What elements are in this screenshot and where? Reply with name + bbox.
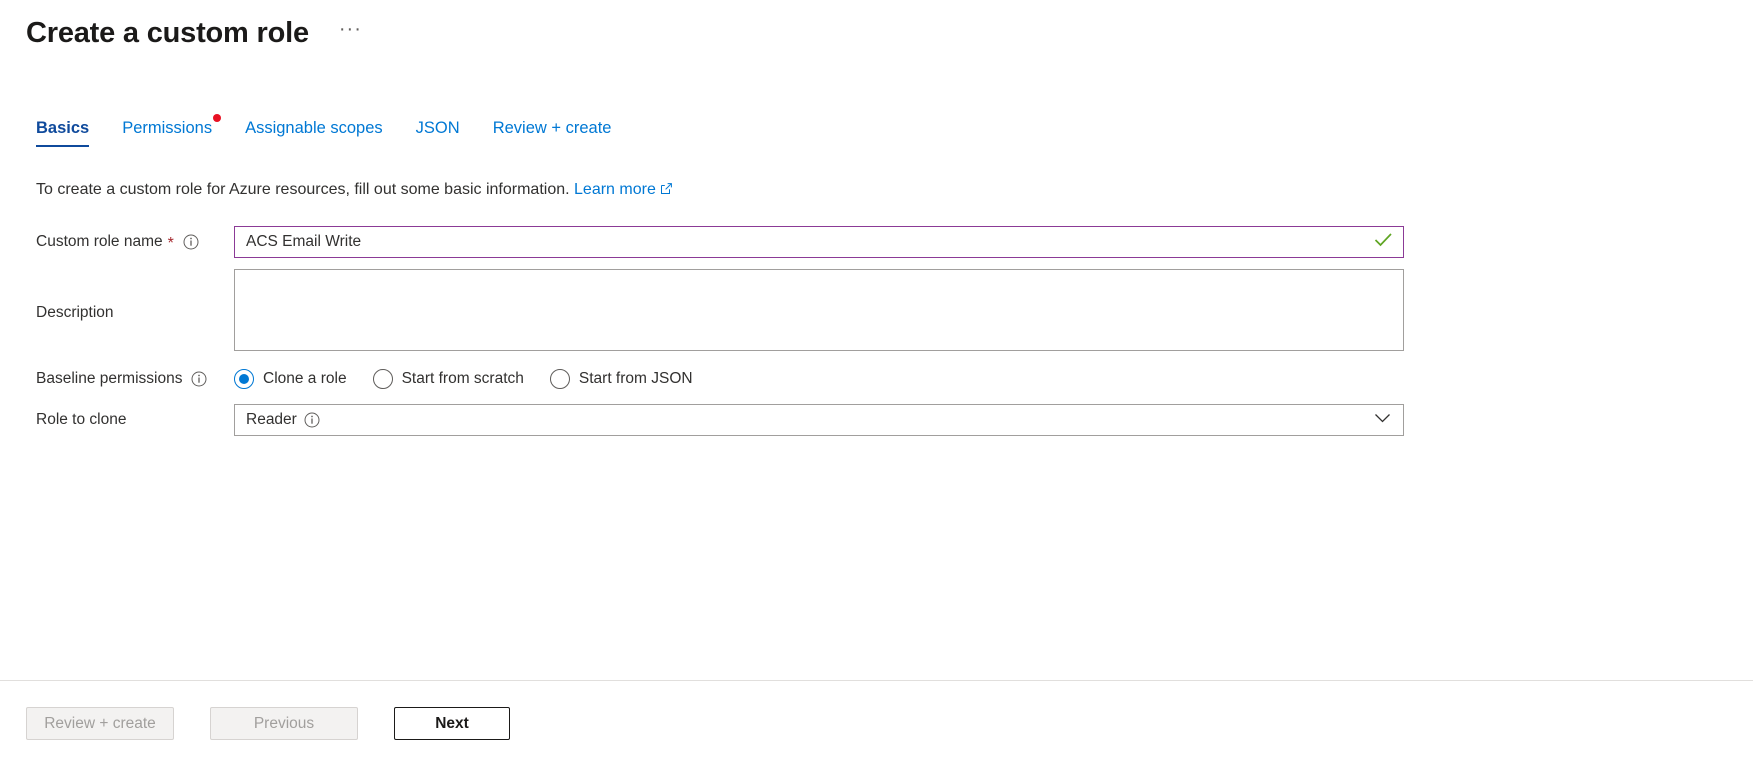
tab-review-create[interactable]: Review + create xyxy=(493,117,612,149)
radio-start-from-json-label: Start from JSON xyxy=(578,370,693,387)
role-to-clone-label: Role to clone xyxy=(36,410,234,430)
radio-start-from-scratch[interactable]: Start from scratch xyxy=(372,369,524,389)
review-create-button[interactable]: Review + create xyxy=(26,707,174,740)
radio-clone-a-role-label: Clone a role xyxy=(263,370,347,387)
custom-role-name-label: Custom role name * xyxy=(36,232,234,252)
description-label: Description xyxy=(36,303,234,323)
tab-permissions-label: Permissions xyxy=(122,119,213,137)
tab-json-label: JSON xyxy=(415,119,460,137)
field-row-role-to-clone: Role to clone Reader xyxy=(36,404,1753,436)
baseline-permissions-label: Baseline permissions xyxy=(36,369,234,389)
radio-start-from-scratch-label: Start from scratch xyxy=(401,370,524,387)
role-to-clone-label-text: Role to clone xyxy=(36,411,127,428)
external-link-icon xyxy=(660,180,673,202)
learn-more-label: Learn more xyxy=(574,181,656,198)
page-header: Create a custom role ··· xyxy=(0,0,1753,52)
required-asterisk: * xyxy=(167,235,174,252)
baseline-permissions-label-text: Baseline permissions xyxy=(36,370,183,387)
intro-text: To create a custom role for Azure resour… xyxy=(36,179,1753,202)
tab-assignable-scopes[interactable]: Assignable scopes xyxy=(245,117,383,149)
tab-json[interactable]: JSON xyxy=(416,117,460,149)
intro-sentence: To create a custom role for Azure resour… xyxy=(36,181,570,198)
tab-review-create-label: Review + create xyxy=(492,119,612,137)
tab-basics[interactable]: Basics xyxy=(36,117,90,149)
tab-permissions[interactable]: Permissions xyxy=(122,114,222,149)
baseline-permissions-radio-group: Clone a role Start from scratch Start fr… xyxy=(234,369,719,389)
custom-role-name-label-text: Custom role name xyxy=(36,233,163,250)
radio-button-icon xyxy=(372,369,393,389)
description-input-wrap xyxy=(234,269,1404,356)
role-to-clone-value-text: Reader xyxy=(246,411,297,428)
radio-button-icon xyxy=(234,369,254,389)
field-row-custom-role-name: Custom role name * xyxy=(36,226,1753,258)
tab-basics-label: Basics xyxy=(36,119,90,137)
wizard-tabs: Basics Permissions Assignable scopes JSO… xyxy=(0,107,1753,149)
role-to-clone-value: Reader xyxy=(246,411,320,429)
description-textarea[interactable] xyxy=(234,269,1404,351)
previous-button[interactable]: Previous xyxy=(210,707,358,740)
custom-role-name-input-wrap xyxy=(234,226,1404,258)
learn-more-link[interactable]: Learn more xyxy=(574,181,673,198)
radio-button-icon xyxy=(549,369,570,389)
field-row-description: Description xyxy=(36,269,1753,356)
info-icon[interactable] xyxy=(183,234,199,250)
info-icon[interactable] xyxy=(304,412,320,428)
description-label-text: Description xyxy=(36,303,114,321)
field-row-baseline-permissions: Baseline permissions Clone a role Start … xyxy=(36,369,1753,389)
next-button[interactable]: Next xyxy=(394,707,510,740)
radio-start-from-json[interactable]: Start from JSON xyxy=(549,369,693,389)
chevron-down-icon xyxy=(1374,411,1391,429)
wizard-footer: Review + create Previous Next xyxy=(0,681,1753,774)
custom-role-name-input[interactable] xyxy=(234,226,1404,258)
tab-assignable-scopes-label: Assignable scopes xyxy=(245,119,383,137)
radio-clone-a-role[interactable]: Clone a role xyxy=(234,369,347,389)
more-options-button[interactable]: ··· xyxy=(331,18,370,48)
info-icon[interactable] xyxy=(191,371,207,387)
notification-dot-icon xyxy=(213,114,222,122)
page-title: Create a custom role xyxy=(26,17,309,49)
role-to-clone-select[interactable]: Reader xyxy=(234,404,1404,436)
basics-form: To create a custom role for Azure resour… xyxy=(0,149,1753,436)
